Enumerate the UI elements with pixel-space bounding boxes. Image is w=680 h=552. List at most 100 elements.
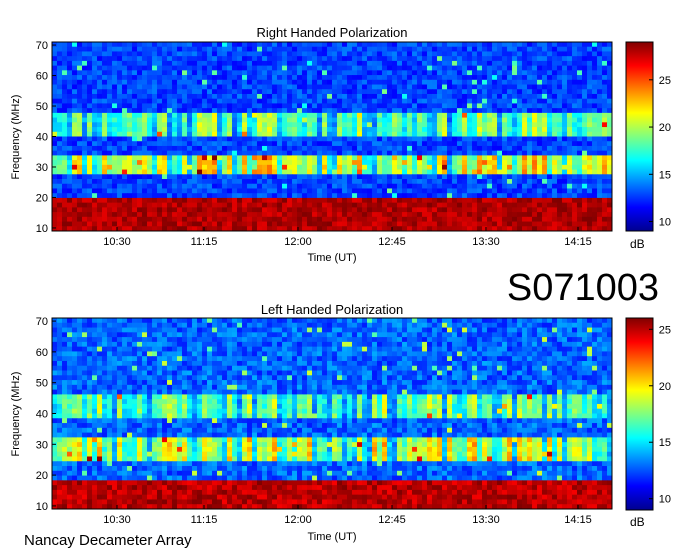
heatmap-cell [212,84,218,90]
heatmap-cell [447,112,453,119]
heatmap-cell [567,216,573,223]
heatmap-cell [82,108,88,114]
heatmap-cell [512,332,518,338]
heatmap-cell [297,98,303,104]
heatmap-cell [302,179,308,185]
heatmap-cell [297,150,303,156]
heatmap-cell [397,127,403,133]
heatmap-cell [242,93,248,100]
heatmap-cell [582,155,588,161]
heatmap-cell [307,332,313,338]
heatmap-cell [247,117,253,123]
heatmap-cell [477,79,483,86]
heatmap-cell [227,150,233,156]
heatmap-cell [397,150,403,156]
heatmap-cell [342,221,348,227]
heatmap-cell [162,75,168,81]
heatmap-cell [357,188,363,194]
heatmap-cell [132,56,138,62]
heatmap-cell [502,70,508,76]
heatmap-cell [537,212,543,218]
heatmap-cell [197,332,203,338]
heatmap-cell [367,164,373,171]
heatmap-cell [412,42,418,48]
heatmap-cell [327,79,333,86]
heatmap-cell [97,141,103,147]
heatmap-cell [392,150,398,156]
heatmap-cell [327,136,333,142]
heatmap-cell [602,79,608,86]
heatmap-cell [327,150,333,156]
heatmap-cell [157,202,163,208]
heatmap-cell [427,131,433,137]
heatmap-cell [427,108,433,114]
heatmap-cell [397,46,403,52]
heatmap-cell [437,75,443,81]
heatmap-cell [252,70,258,76]
heatmap-cell [447,327,453,333]
heatmap-cell [337,70,343,76]
heatmap-cell [102,122,108,128]
heatmap-cell [332,93,338,100]
heatmap-cell [152,136,158,142]
heatmap-cell [472,117,478,123]
heatmap-cell [407,60,413,67]
heatmap-cell [532,70,538,76]
heatmap-cell [292,65,298,71]
heatmap-cell [202,122,208,128]
heatmap-cell [362,56,368,62]
heatmap-cell [477,221,483,227]
heatmap-cell [417,150,423,156]
heatmap-cell [352,216,358,223]
heatmap-cell [297,202,303,208]
heatmap-cell [477,84,483,90]
heatmap-cell [432,322,438,329]
heatmap-cell [527,79,533,86]
heatmap-cell [122,160,128,166]
heatmap-cell [427,112,433,119]
heatmap-cell [237,60,243,67]
heatmap-cell [342,89,348,95]
heatmap-cell [427,46,433,52]
heatmap-cell [152,98,158,104]
heatmap-cell [577,207,583,213]
heatmap-cell [562,169,568,175]
heatmap-cell [352,112,358,119]
heatmap-cell [197,122,203,128]
heatmap-cell [292,75,298,81]
heatmap-cell [227,202,233,208]
heatmap-cell [172,98,178,104]
heatmap-cell [492,179,498,185]
heatmap-cell [487,216,493,223]
heatmap-cell [377,46,383,52]
heatmap-cell [572,318,578,324]
heatmap-cell [117,98,123,104]
heatmap-cell [392,51,398,57]
heatmap-cell [232,117,238,123]
heatmap-cell [252,112,258,119]
heatmap-cell [447,216,453,223]
heatmap-cell [402,145,408,152]
heatmap-cell [482,188,488,194]
heatmap-cell [347,169,353,175]
heatmap-cell [382,179,388,185]
heatmap-cell [457,127,463,133]
heatmap-cell [472,221,478,227]
heatmap-cell [572,322,578,329]
heatmap-cell [172,84,178,90]
heatmap-cell [497,84,503,90]
heatmap-cell [567,193,573,199]
heatmap-cell [397,160,403,166]
heatmap-cell [87,202,93,208]
heatmap-cell [212,221,218,227]
heatmap-cell [202,70,208,76]
heatmap-cell [347,108,353,114]
heatmap-cell [212,65,218,71]
heatmap-cell [102,117,108,123]
heatmap-cell [82,318,88,324]
heatmap-cell [432,155,438,161]
heatmap-cell [497,131,503,137]
heatmap-cell [297,117,303,123]
heatmap-cell [117,221,123,227]
heatmap-cell [292,188,298,194]
